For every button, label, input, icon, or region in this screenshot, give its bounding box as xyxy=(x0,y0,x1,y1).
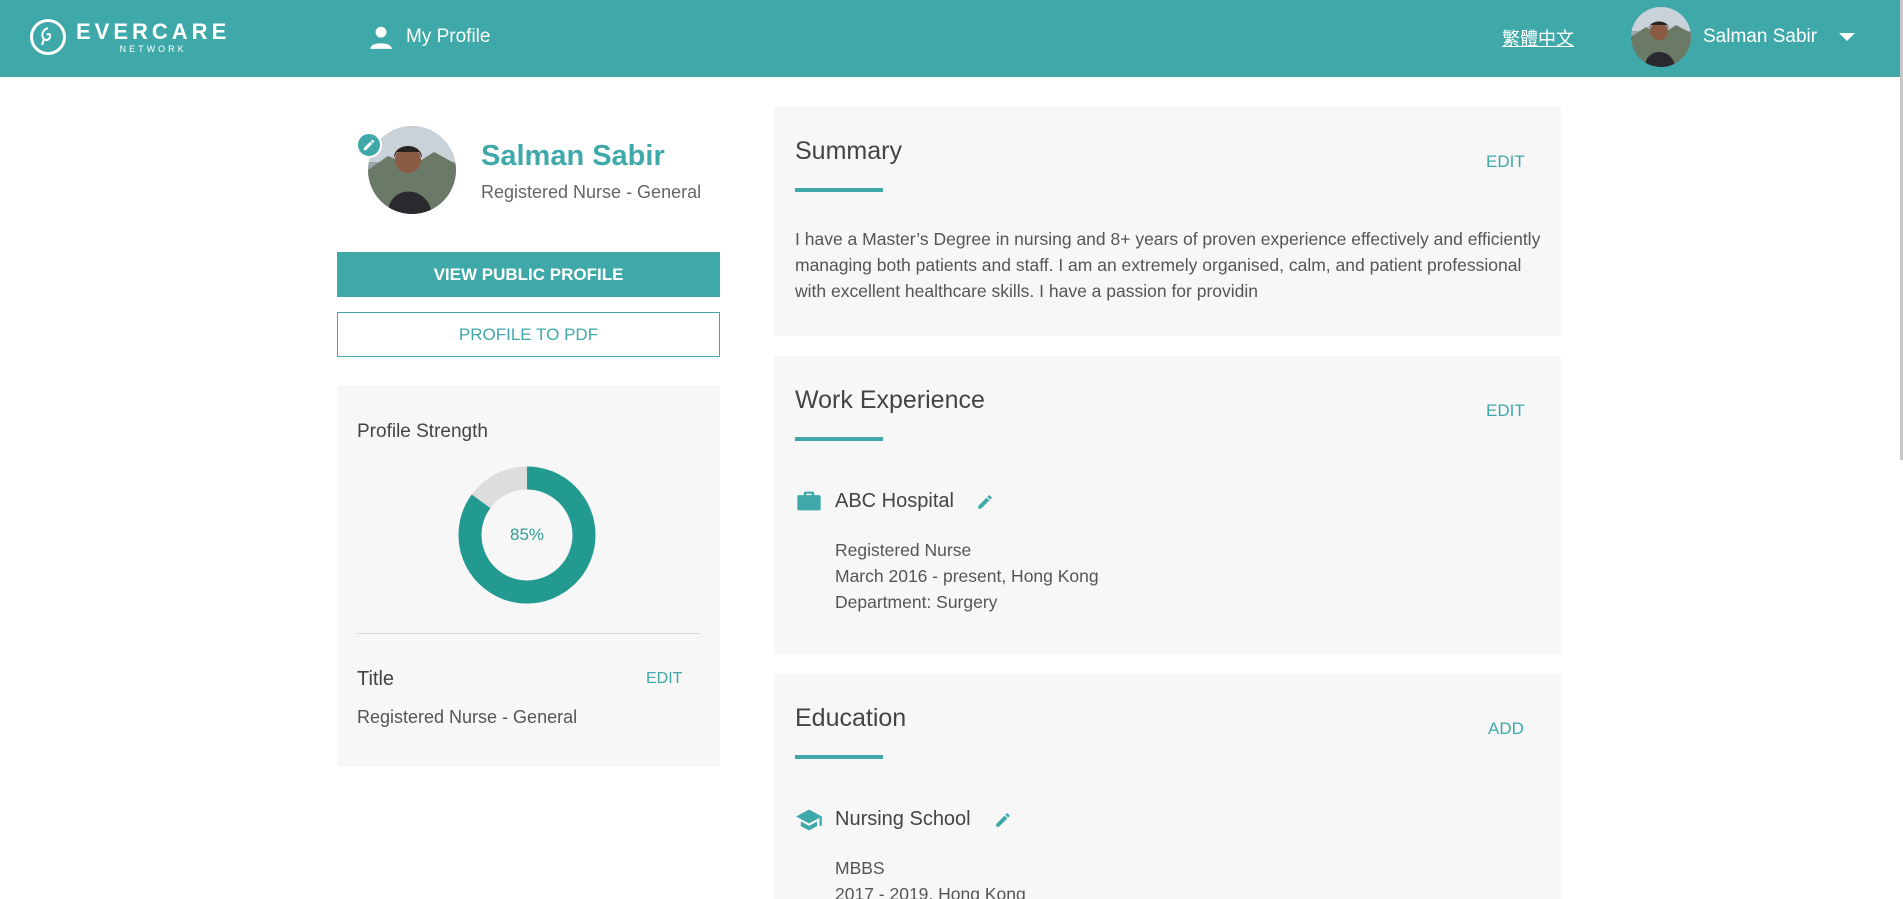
profile-header: Salman Sabir Registered Nurse - General xyxy=(356,126,728,218)
education-period: 2017 - 2019, Hong Kong xyxy=(835,884,1026,899)
profile-name: Salman Sabir xyxy=(481,140,665,172)
profile-strength-card: Profile Strength 85% Title EDIT Register… xyxy=(337,385,720,767)
work-position: Registered Nurse xyxy=(835,540,972,560)
education-title-underline xyxy=(795,755,883,759)
summary-edit-button[interactable]: EDIT xyxy=(1486,152,1525,172)
work-experience-card: Work Experience EDIT ABC Hospital Regist… xyxy=(774,356,1561,654)
caret-down-icon[interactable] xyxy=(1839,33,1856,41)
education-card: Education ADD Nursing School MBBS 2017 -… xyxy=(774,674,1561,899)
education-title: Education xyxy=(795,704,907,732)
summary-title: Summary xyxy=(795,137,902,165)
person-icon xyxy=(370,26,392,49)
nav-my-profile-label: My Profile xyxy=(406,26,491,47)
summary-title-underline xyxy=(795,188,883,192)
nav-my-profile[interactable]: My Profile xyxy=(368,24,490,50)
work-experience-title: Work Experience xyxy=(795,386,985,414)
user-avatar xyxy=(1631,7,1691,67)
education-add-button[interactable]: ADD xyxy=(1488,719,1524,739)
title-edit-button[interactable]: EDIT xyxy=(646,670,682,688)
pencil-icon xyxy=(363,139,375,151)
language-switch-link[interactable]: 繁體中文 xyxy=(1502,25,1574,51)
logo-wordmark: EVERCARE xyxy=(76,18,231,44)
logo-mark-icon xyxy=(30,19,66,55)
graduation-cap-icon xyxy=(796,809,822,831)
logo-tagline: NETWORK xyxy=(119,43,187,54)
profile-strength-title: Profile Strength xyxy=(357,421,488,442)
divider xyxy=(357,633,700,634)
evercare-logo[interactable]: EVERCARE NETWORK xyxy=(30,17,230,57)
profile-avatar xyxy=(368,126,456,214)
summary-card: Summary EDIT I have a Master’s Degree in… xyxy=(774,107,1561,336)
user-menu[interactable]: Salman Sabir xyxy=(1631,7,1856,67)
profile-role: Registered Nurse - General xyxy=(481,182,702,202)
education-school: Nursing School xyxy=(835,808,971,830)
pencil-icon[interactable] xyxy=(976,493,994,511)
work-employer: ABC Hospital xyxy=(835,490,954,512)
summary-text: I have a Master’s Degree in nursing and … xyxy=(795,229,1541,301)
edit-photo-button[interactable] xyxy=(356,132,382,158)
user-name: Salman Sabir xyxy=(1703,26,1818,47)
work-department: Department: Surgery xyxy=(835,592,998,612)
profile-strength-donut: 85% xyxy=(457,465,597,605)
work-title-underline xyxy=(795,437,883,441)
profile-strength-percent: 85% xyxy=(509,525,545,544)
pencil-icon[interactable] xyxy=(994,811,1012,829)
work-edit-button[interactable]: EDIT xyxy=(1486,401,1525,421)
title-value: Registered Nurse - General xyxy=(357,707,578,727)
work-period: March 2016 - present, Hong Kong xyxy=(835,566,1099,586)
view-public-profile-button[interactable]: VIEW PUBLIC PROFILE xyxy=(337,252,720,297)
education-degree: MBBS xyxy=(835,858,885,878)
briefcase-icon xyxy=(797,491,821,511)
top-navigation-bar: EVERCARE NETWORK My Profile 繁體中文 Salman … xyxy=(0,0,1903,77)
title-section-label: Title xyxy=(357,668,395,690)
profile-to-pdf-button[interactable]: PROFILE TO PDF xyxy=(337,312,720,357)
